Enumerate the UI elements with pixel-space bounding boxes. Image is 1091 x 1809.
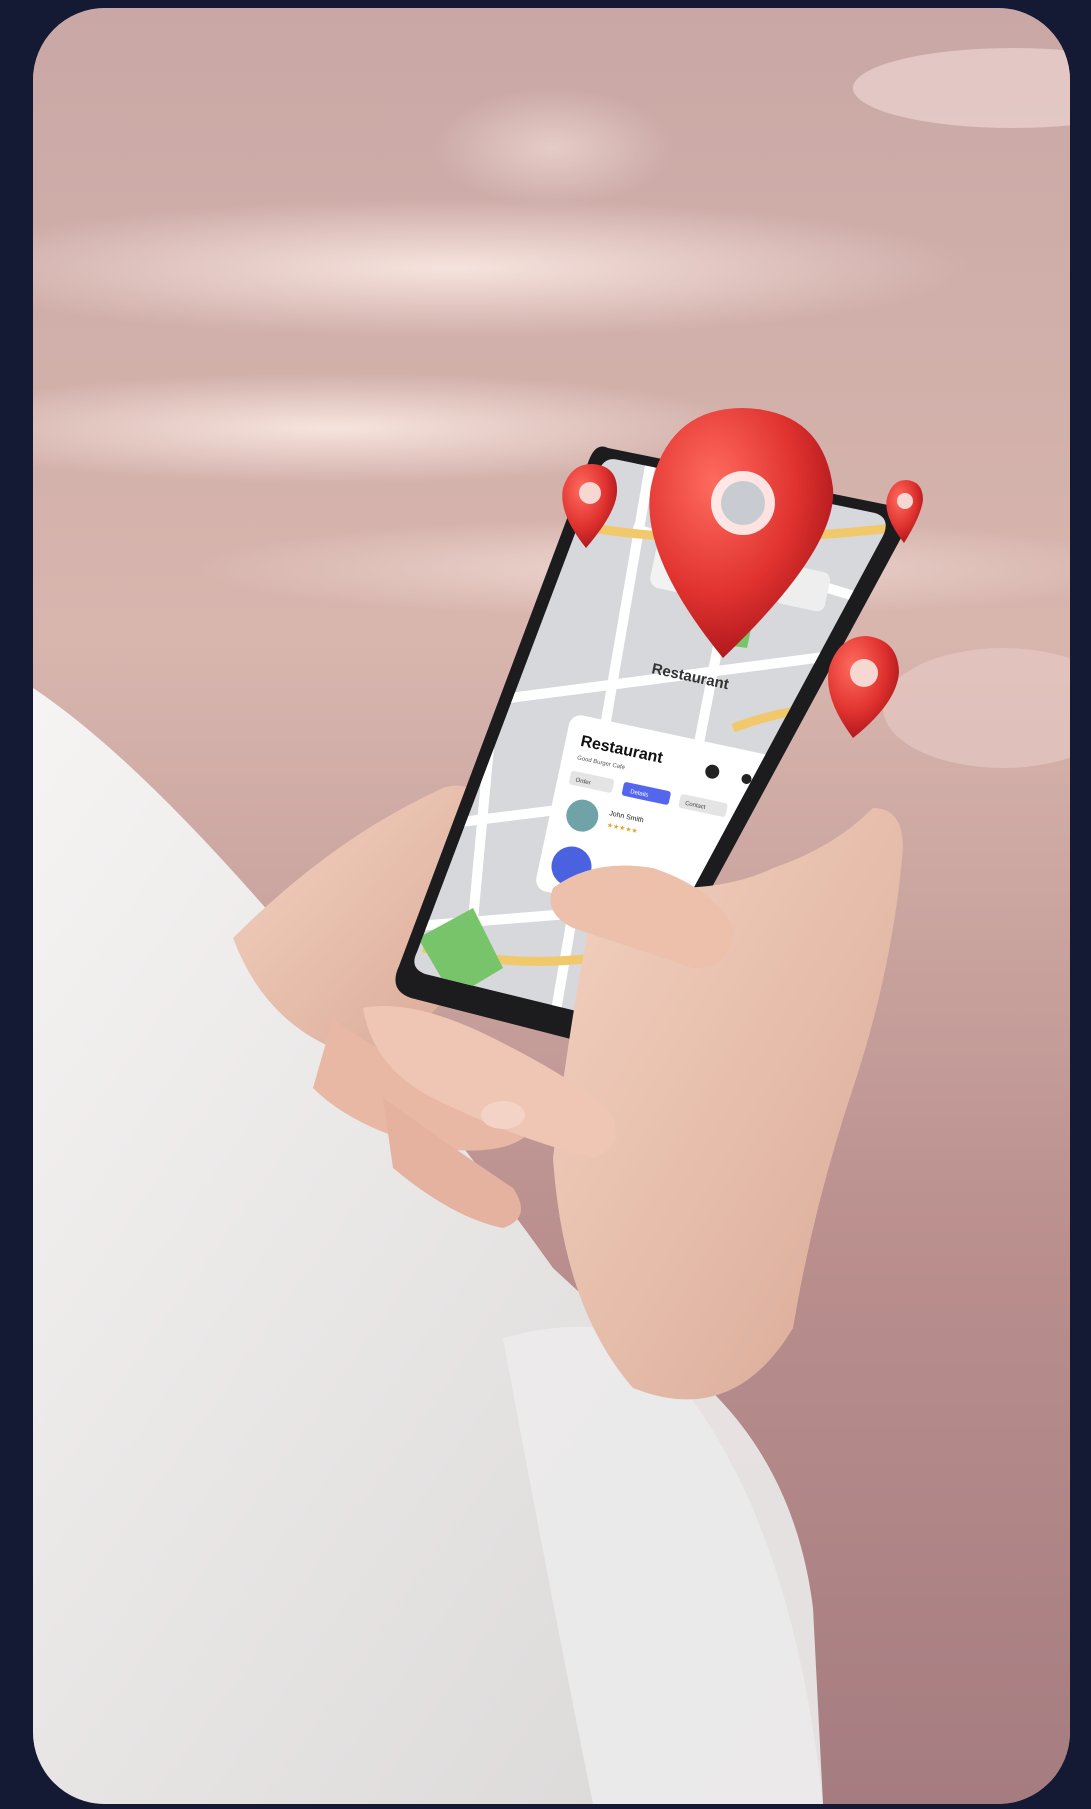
photo-card: Restaurant Restaurant Good Burger Café O…	[33, 8, 1070, 1804]
light-streak	[433, 88, 673, 208]
photo-illustration: Restaurant Restaurant Good Burger Café O…	[33, 8, 1070, 1804]
